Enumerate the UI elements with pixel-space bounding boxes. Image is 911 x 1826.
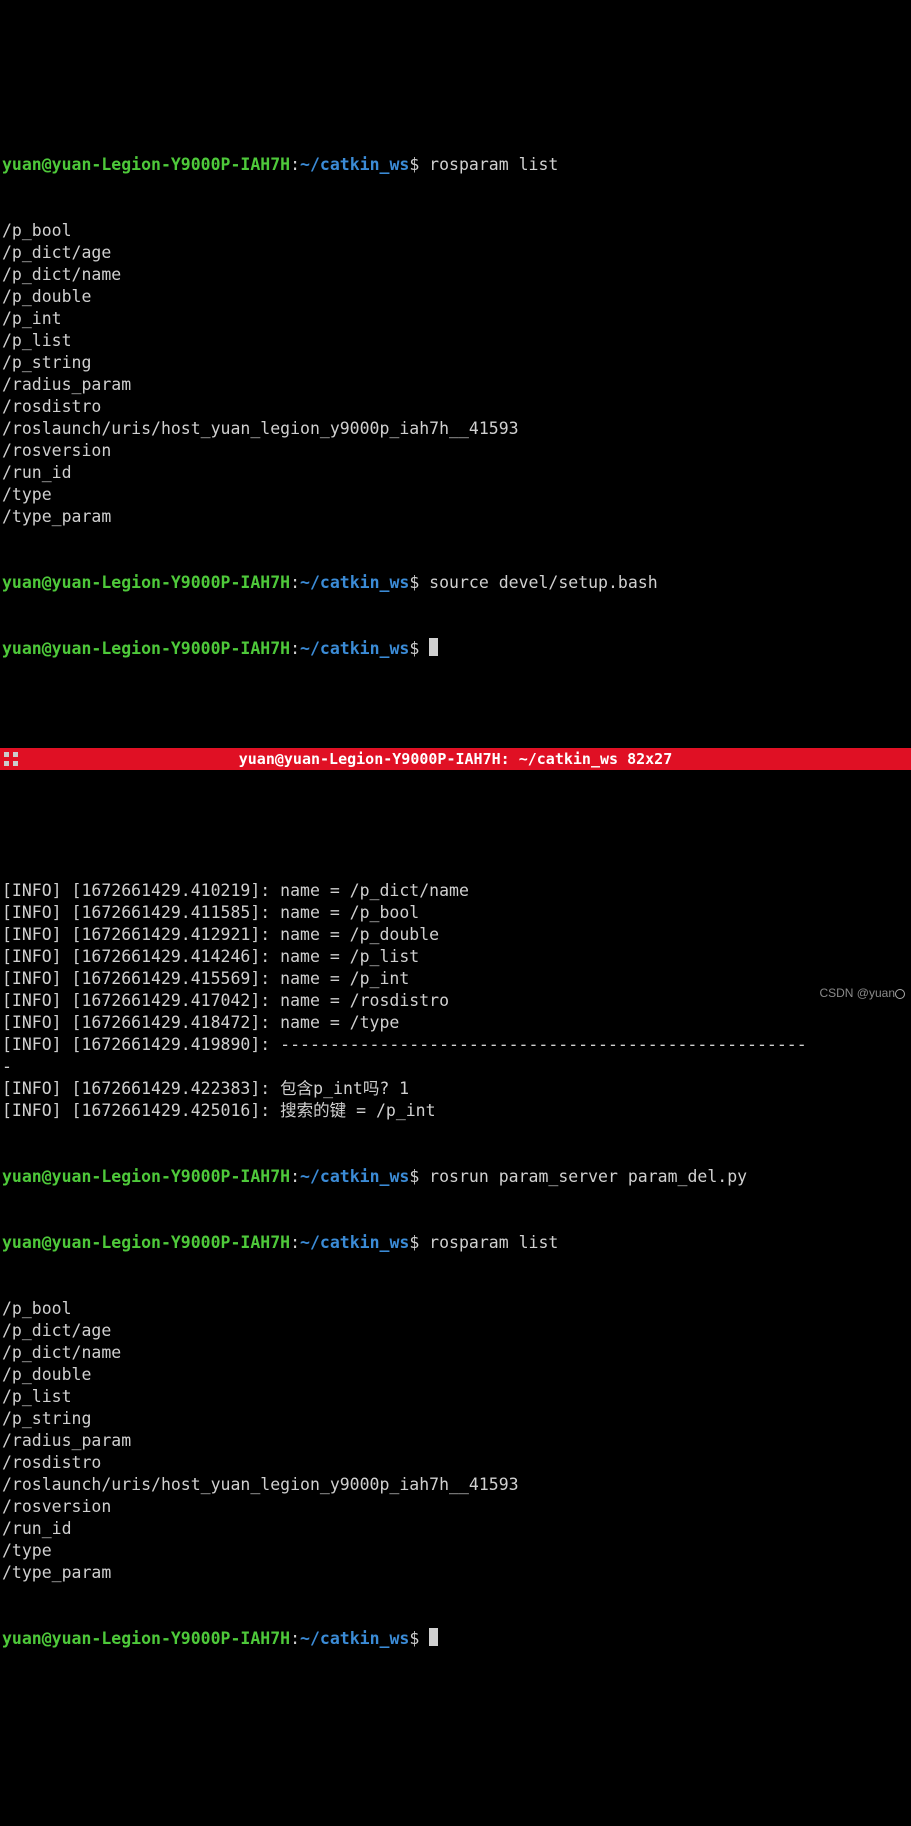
output-line: /run_id (2, 1518, 909, 1540)
terminal-pane-bottom[interactable]: [INFO] [1672661429.410219]: name = /p_di… (0, 836, 911, 1672)
output-line: /p_double (2, 1364, 909, 1386)
output-line: [INFO] [1672661429.419890]: ------------… (2, 1034, 909, 1056)
output-line: /type (2, 1540, 909, 1562)
command-text: rosrun param_server param_del.py (419, 1167, 747, 1186)
output-line: /p_string (2, 1408, 909, 1430)
output-line: [INFO] [1672661429.411585]: name = /p_bo… (2, 902, 909, 924)
output-line: /p_dict/name (2, 1342, 909, 1364)
watermark: CSDN @yuan (819, 982, 905, 1004)
output-line: /type (2, 484, 909, 506)
output-line: /rosversion (2, 440, 909, 462)
output-line: /roslaunch/uris/host_yuan_legion_y9000p_… (2, 1474, 909, 1496)
output-line: /p_bool (2, 220, 909, 242)
prompt-line[interactable]: yuan@yuan-Legion-Y9000P-IAH7H:~/catkin_w… (2, 154, 909, 176)
prompt-user: yuan@yuan-Legion-Y9000P-IAH7H (2, 639, 290, 658)
output-line: [INFO] [1672661429.417042]: name = /rosd… (2, 990, 909, 1012)
prompt-line[interactable]: yuan@yuan-Legion-Y9000P-IAH7H:~/catkin_w… (2, 572, 909, 594)
output-line: /p_bool (2, 1298, 909, 1320)
window-title: yuan@yuan-Legion-Y9000P-IAH7H: ~/catkin_… (0, 748, 911, 770)
command-text: source devel/setup.bash (419, 573, 657, 592)
prompt-line[interactable]: yuan@yuan-Legion-Y9000P-IAH7H:~/catkin_w… (2, 1166, 909, 1188)
output-line: [INFO] [1672661429.412921]: name = /p_do… (2, 924, 909, 946)
output-line: [INFO] [1672661429.414246]: name = /p_li… (2, 946, 909, 968)
output-line: /roslaunch/uris/host_yuan_legion_y9000p_… (2, 418, 909, 440)
prompt-line[interactable]: yuan@yuan-Legion-Y9000P-IAH7H:~/catkin_w… (2, 638, 909, 660)
output-line: [INFO] [1672661429.425016]: 搜索的键 = /p_in… (2, 1100, 909, 1122)
output-line: /type_param (2, 1562, 909, 1584)
output-line: /run_id (2, 462, 909, 484)
output-line: [INFO] [1672661429.410219]: name = /p_di… (2, 880, 909, 902)
circle-icon (895, 989, 905, 999)
output-line: /rosversion (2, 1496, 909, 1518)
output-line: /p_list (2, 330, 909, 352)
output-line: /radius_param (2, 374, 909, 396)
command-text: rosparam list (419, 155, 558, 174)
output-line: /p_dict/age (2, 242, 909, 264)
prompt-sep: : (290, 155, 300, 174)
prompt-user: yuan@yuan-Legion-Y9000P-IAH7H (2, 1629, 290, 1648)
output-line: /p_int (2, 308, 909, 330)
prompt-user: yuan@yuan-Legion-Y9000P-IAH7H (2, 1233, 290, 1252)
prompt-user: yuan@yuan-Legion-Y9000P-IAH7H (2, 573, 290, 592)
prompt-user: yuan@yuan-Legion-Y9000P-IAH7H (2, 1167, 290, 1186)
output-line: /p_double (2, 286, 909, 308)
output-line: /type_param (2, 506, 909, 528)
prompt-line[interactable]: yuan@yuan-Legion-Y9000P-IAH7H:~/catkin_w… (2, 1628, 909, 1650)
terminal-pane-top[interactable]: yuan@yuan-Legion-Y9000P-IAH7H:~/catkin_w… (0, 110, 911, 682)
output-line: [INFO] [1672661429.415569]: name = /p_in… (2, 968, 909, 990)
output-line: [INFO] [1672661429.418472]: name = /type (2, 1012, 909, 1034)
prompt-user: yuan@yuan-Legion-Y9000P-IAH7H (2, 155, 290, 174)
output-line: - (2, 1056, 909, 1078)
command-text: rosparam list (419, 1233, 558, 1252)
output-line: /p_string (2, 352, 909, 374)
output-line: /p_dict/age (2, 1320, 909, 1342)
window-titlebar[interactable]: yuan@yuan-Legion-Y9000P-IAH7H: ~/catkin_… (0, 748, 911, 770)
prompt-marker: $ (409, 155, 419, 174)
output-line: /p_list (2, 1386, 909, 1408)
prompt-tilde: ~ (300, 155, 310, 174)
cursor (429, 638, 438, 656)
output-line: /radius_param (2, 1430, 909, 1452)
cursor (429, 1628, 438, 1646)
output-line: /rosdistro (2, 396, 909, 418)
output-line: /rosdistro (2, 1452, 909, 1474)
output-line: [INFO] [1672661429.422383]: 包含p_int吗? 1 (2, 1078, 909, 1100)
prompt-line[interactable]: yuan@yuan-Legion-Y9000P-IAH7H:~/catkin_w… (2, 1232, 909, 1254)
prompt-cwd: /catkin_ws (310, 155, 409, 174)
output-line: /p_dict/name (2, 264, 909, 286)
